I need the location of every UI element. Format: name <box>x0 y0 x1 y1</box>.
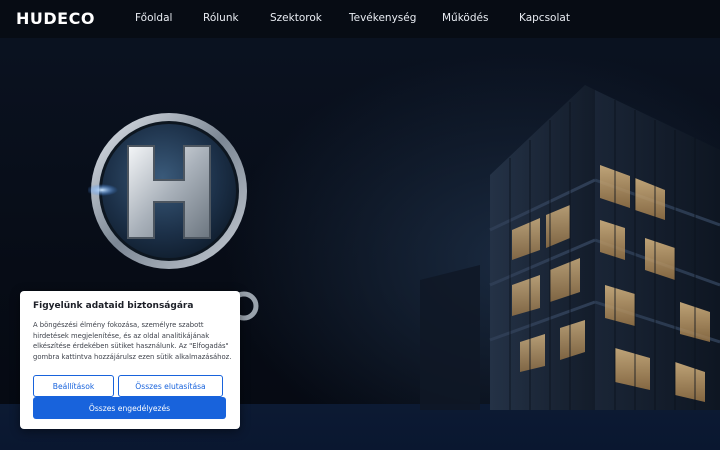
cookie-title: Figyelünk adataid biztonságára <box>33 301 194 311</box>
cookie-description: A böngészési élmény fokozása, személyre … <box>33 321 232 361</box>
h-logo-emblem-icon <box>88 113 247 269</box>
cookie-accept-all-button[interactable]: Összes engedélyezés <box>33 397 226 419</box>
nav-item-activity[interactable]: Tevékenység <box>349 12 416 24</box>
site-header: HUDECO Főoldal Rólunk Szektorok Tevékeny… <box>0 0 720 38</box>
nav-item-operation[interactable]: Működés <box>442 12 488 24</box>
cookie-reject-all-button[interactable]: Összes elutasítása <box>118 375 223 397</box>
nav-item-home[interactable]: Főoldal <box>135 12 172 24</box>
cookie-consent-dialog: Figyelünk adataid biztonságára A böngész… <box>20 291 240 429</box>
cookie-settings-button[interactable]: Beállítások <box>33 375 114 397</box>
main-nav: Főoldal Rólunk Szektorok Tevékenység Műk… <box>0 0 720 38</box>
office-building-image <box>420 85 720 410</box>
nav-item-contact[interactable]: Kapcsolat <box>519 12 570 24</box>
nav-item-sectors[interactable]: Szektorok <box>270 12 322 24</box>
nav-item-about[interactable]: Rólunk <box>203 12 239 24</box>
